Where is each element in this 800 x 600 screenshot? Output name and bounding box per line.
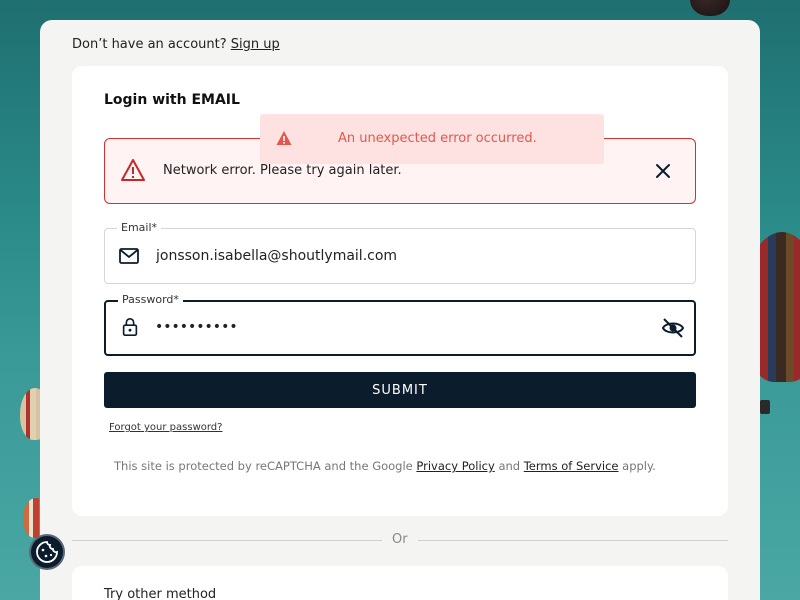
balloon-basket-decoration [760,400,770,414]
recaptcha-notice: This site is protected by reCAPTCHA and … [114,459,656,473]
divider [72,540,382,541]
recaptcha-and: and [498,459,521,473]
email-input[interactable] [156,248,636,264]
warning-icon [276,131,292,145]
toast-message: An unexpected error occurred. [338,131,537,146]
signup-prompt: Don’t have an account? Sign up [72,37,280,52]
submit-button[interactable]: SUBMIT [104,372,696,408]
error-toast: An unexpected error occurred. [260,114,604,164]
signup-prompt-text: Don’t have an account? [72,37,227,52]
close-icon[interactable] [653,161,673,181]
cookie-settings-button[interactable] [29,534,65,570]
terms-of-service-link[interactable]: Terms of Service [524,459,619,473]
cookie-icon [36,541,58,563]
login-title: Login with EMAIL [104,92,240,108]
or-separator: Or [72,532,728,548]
recaptcha-suffix: apply. [622,459,656,473]
divider [418,540,728,541]
warning-icon [121,159,145,181]
login-card: Login with EMAIL Network error. Please t… [72,66,728,516]
envelope-icon [119,248,139,264]
privacy-policy-link[interactable]: Privacy Policy [416,459,494,473]
eye-off-icon[interactable] [661,317,685,339]
other-method-label: Try other method [104,587,217,600]
balloon-decoration [690,0,730,16]
recaptcha-prefix: This site is protected by reCAPTCHA and … [114,459,413,473]
alert-message: Network error. Please try again later. [163,163,402,178]
or-label: Or [392,532,408,547]
email-label: Email* [117,221,162,234]
password-input[interactable]: •••••••••• [155,319,635,335]
login-panel: Don’t have an account? Sign up Login wit… [40,20,760,600]
password-label: Password* [118,293,183,306]
other-method-card[interactable]: Try other method [72,566,728,600]
signup-link[interactable]: Sign up [231,37,280,52]
password-field[interactable]: Password* •••••••••• [104,293,696,356]
forgot-password-link[interactable]: Forgot your password? [109,422,222,433]
email-field[interactable]: Email* [104,221,696,284]
lock-icon [122,318,138,336]
